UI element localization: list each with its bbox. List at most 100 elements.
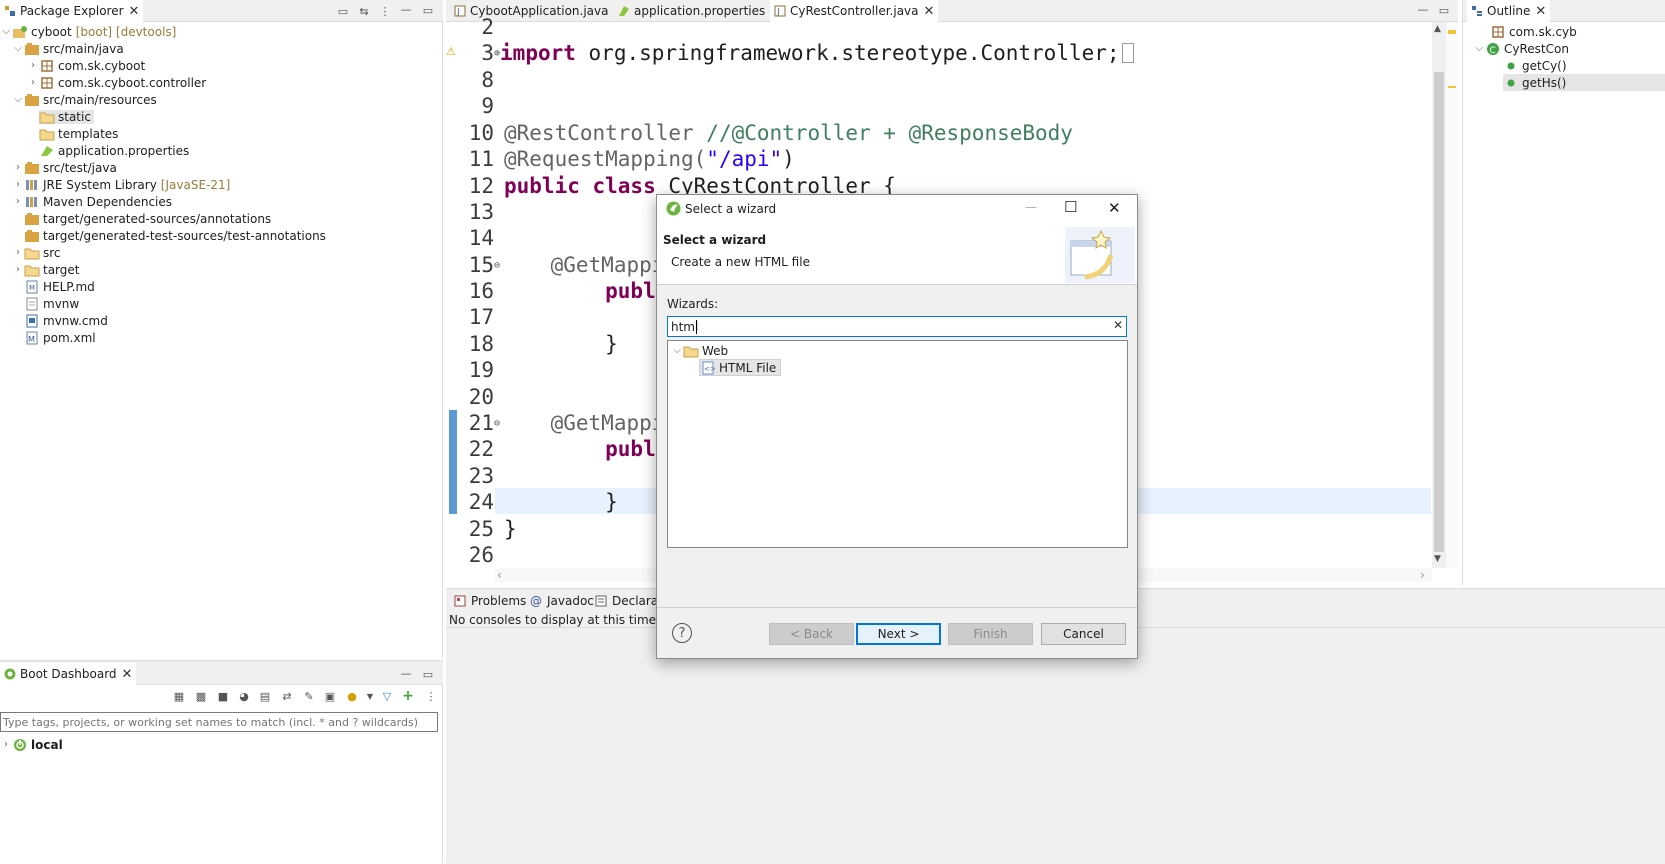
debug-icon[interactable]: ▩ [194,689,208,703]
close-icon[interactable]: ✕ [1535,4,1546,19]
finish-button[interactable]: Finish [948,623,1033,645]
scroll-down-icon[interactable]: ▼ [1434,554,1441,564]
minimize-icon[interactable]: — [399,666,413,680]
back-button[interactable]: < Back [769,623,854,645]
link-with-editor-icon[interactable]: ⇆ [357,4,371,18]
dialog-heading: Select a wizard [663,233,767,247]
code-keyword: import [500,41,576,66]
clear-icon[interactable]: ✕ [1113,318,1123,332]
tree-item[interactable]: mvnw [12,295,79,312]
tab-javadoc[interactable]: @ Javadoc [526,590,598,612]
edit-icon[interactable]: ✎ [302,689,316,703]
scroll-right-icon[interactable]: › [1420,568,1425,582]
collapse-all-icon[interactable]: ▭ [336,4,350,18]
filter-icon[interactable]: ▽ [380,689,394,703]
scroll-left-icon[interactable]: ‹ [497,568,502,582]
close-icon[interactable]: ✕ [122,667,133,682]
chevron-down-icon[interactable]: ▼ [363,689,377,703]
tree-item[interactable]: M HELP.md [12,278,95,295]
tab-boot-dashboard[interactable]: Boot Dashboard ✕ [0,663,137,685]
stop-icon[interactable]: ■ [216,689,230,703]
chevron-right-icon[interactable]: › [12,179,24,190]
vertical-scrollbar[interactable]: ▲ ▼ [1432,22,1446,568]
chevron-down-icon[interactable]: ⌵ [12,43,24,54]
outline-item[interactable]: com.sk.cyb [1490,23,1577,40]
console-icon[interactable]: ▤ [258,689,272,703]
tree-item[interactable]: ⌵ src/main/java [12,40,124,57]
line-number: 18 [468,332,494,357]
tree-item[interactable]: › target [12,261,80,278]
cancel-button[interactable]: Cancel [1041,623,1126,645]
wizard-filter-value[interactable]: html [671,320,698,334]
dashboard-filter-input[interactable] [0,712,438,732]
close-icon[interactable]: ✕ [129,4,140,19]
tree-item[interactable]: target/generated-test-sources/test-annot… [12,227,326,244]
chevron-right-icon[interactable]: › [27,60,39,71]
close-icon[interactable]: ✕ [1108,199,1121,217]
chevron-down-icon[interactable]: ⌵ [671,345,683,356]
wizard-item-html-file[interactable]: <> HTML File [699,359,782,376]
maximize-icon[interactable]: ▭ [421,667,435,681]
scrollbar-thumb[interactable] [1434,72,1444,552]
tree-item[interactable]: ⌵ src/main/resources [12,91,157,108]
minimize-icon[interactable]: — [399,2,413,16]
wizard-filter-field[interactable]: html ✕ [667,316,1127,337]
tree-item[interactable]: application.properties [27,142,189,159]
maximize-icon[interactable]: ☐ [1064,198,1077,216]
view-menu-icon[interactable]: ⋮ [424,689,438,703]
open-browser-icon[interactable]: ◕ [237,689,251,703]
tree-item[interactable]: › Maven Dependencies [12,193,172,210]
tree-item[interactable]: target/generated-sources/annotations [12,210,271,227]
chevron-right-icon[interactable]: › [12,247,24,258]
chevron-right-icon[interactable]: › [12,264,24,275]
outline-item-selected[interactable]: getHs() [1503,74,1665,91]
ruler-mark[interactable] [1448,86,1456,88]
chevron-right-icon[interactable]: › [12,196,24,207]
chevron-right-icon[interactable]: › [27,77,39,88]
maximize-icon[interactable]: ▭ [421,3,435,17]
tree-item[interactable]: templates [27,125,118,142]
line-number: 11 [468,147,494,172]
chevron-down-icon[interactable]: ⌵ [0,26,12,37]
line-number: 8 [481,68,494,93]
live-data-icon[interactable]: ⇄ [280,689,294,703]
chevron-down-icon[interactable]: ⌵ [12,94,24,105]
chevron-right-icon[interactable]: › [0,739,12,750]
chevron-right-icon[interactable]: › [12,162,24,173]
tree-item[interactable]: › com.sk.cyboot [27,57,145,74]
scroll-up-icon[interactable]: ▲ [1434,24,1441,34]
lightbulb-icon[interactable]: ● [345,689,359,703]
tree-item-project[interactable]: ⌵ cyboot [boot] [devtools] [0,23,176,40]
view-menu-icon[interactable]: ⋮ [378,4,392,18]
tree-item[interactable]: M pom.xml [12,329,96,346]
dialog-titlebar[interactable]: Select a wizard — ☐ ✕ [657,195,1137,223]
maximize-icon[interactable]: ▭ [1437,3,1451,17]
wizard-category-web[interactable]: ⌵ Web [671,342,728,359]
tree-item[interactable]: › com.sk.cyboot.controller [27,74,206,91]
tree-item-label: JRE System Library [43,177,157,192]
warning-ruler-mark[interactable] [1448,30,1456,34]
tree-item[interactable]: › JRE System Library [JavaSE-21] [12,176,230,193]
wizard-tree[interactable]: ⌵ Web <> HTML File [667,340,1128,548]
chevron-down-icon[interactable]: ⌵ [1473,43,1485,54]
start-icon[interactable]: ▦ [172,689,186,703]
next-button[interactable]: Next > [856,623,941,645]
minimize-icon[interactable]: — [1025,200,1037,214]
tree-item-label: src/test/java [43,160,117,175]
tree-item-local[interactable]: › local [0,736,63,753]
method-icon [1503,59,1519,73]
outline-item[interactable]: getCy() [1503,57,1567,74]
properties-icon[interactable]: ▣ [323,689,337,703]
tab-package-explorer[interactable]: Package Explorer ✕ [0,0,144,22]
tree-item[interactable]: › src/test/java [12,159,117,176]
tab-problems[interactable]: Problems [450,590,530,612]
tree-item[interactable]: mvnw.cmd [12,312,108,329]
outline-item[interactable]: ⌵ C CyRestCon [1473,40,1569,57]
folded-code-box[interactable] [1121,43,1134,64]
tree-item[interactable]: › src [12,244,61,261]
tab-outline[interactable]: Outline ✕ [1467,0,1551,22]
help-icon[interactable]: ? [672,623,692,643]
add-icon[interactable]: + [401,688,415,704]
tree-item-selected[interactable]: static [27,108,94,125]
source-folder-icon [24,161,40,175]
